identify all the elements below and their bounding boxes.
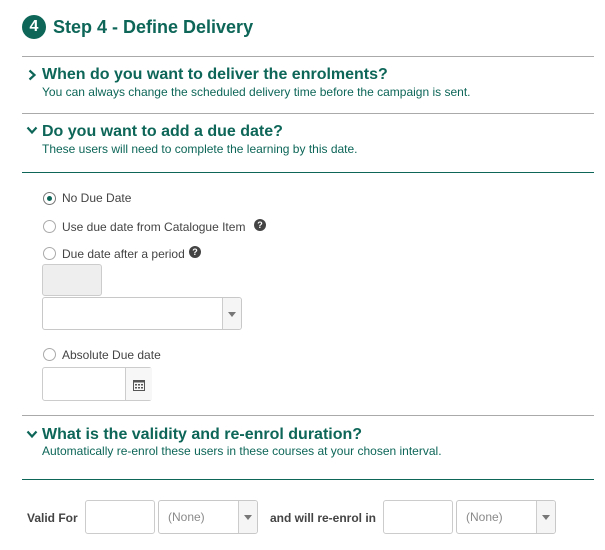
help-icon[interactable]: ? (189, 246, 201, 258)
section-due-date-header[interactable]: Do you want to add a due date? These use… (22, 118, 594, 160)
radio-label-absolute-due-date: Absolute Due date (62, 348, 161, 362)
divider (22, 415, 594, 416)
section-delivery-subtitle: You can always change the scheduled deli… (42, 85, 471, 99)
radio-label-catalogue-due-date: Use due date from Catalogue Item (62, 220, 246, 234)
radio-label-no-due-date: No Due Date (62, 191, 132, 205)
calendar-button[interactable] (125, 368, 152, 400)
section-due-date-title: Do you want to add a due date? (42, 123, 283, 140)
valid-for-unit-select[interactable]: (None) (158, 500, 258, 534)
divider (22, 479, 594, 480)
reenrol-input[interactable] (383, 500, 453, 534)
caret-down-icon (222, 298, 241, 329)
help-icon[interactable]: ? (254, 219, 266, 231)
divider (22, 172, 594, 173)
radio-catalogue-due-date[interactable] (43, 220, 56, 233)
chevron-down-icon (26, 124, 38, 136)
reenrol-unit-select[interactable]: (None) (456, 500, 556, 534)
valid-for-input[interactable] (85, 500, 155, 534)
radio-no-due-date[interactable] (43, 192, 56, 205)
divider (22, 113, 594, 114)
step-number-badge: 4 (22, 15, 46, 39)
valid-for-label: Valid For (27, 511, 78, 525)
divider (22, 56, 594, 57)
section-validity-header[interactable]: What is the validity and re-enrol durati… (22, 421, 594, 463)
chevron-right-icon (26, 69, 38, 81)
radio-label-due-after-period: Due date after a period (62, 247, 185, 261)
section-delivery-title: When do you want to deliver the enrolmen… (42, 66, 388, 83)
absolute-date-field[interactable] (42, 367, 152, 401)
period-unit-select[interactable] (42, 297, 242, 330)
chevron-down-icon (26, 428, 38, 440)
radio-absolute-due-date[interactable] (43, 348, 56, 361)
radio-due-after-period[interactable] (43, 247, 56, 260)
step-title: Step 4 - Define Delivery (53, 17, 254, 37)
calendar-icon (133, 378, 145, 396)
valid-for-unit-value: (None) (168, 510, 205, 524)
period-value-input[interactable] (42, 264, 102, 296)
reenrol-unit-value: (None) (466, 510, 503, 524)
caret-down-icon (238, 501, 257, 533)
reenrol-label: and will re-enrol in (270, 511, 377, 525)
section-validity-subtitle: Automatically re-enrol these users in th… (42, 444, 442, 458)
caret-down-icon (536, 501, 555, 533)
section-delivery-header[interactable]: When do you want to deliver the enrolmen… (22, 60, 594, 110)
section-validity-title: What is the validity and re-enrol durati… (42, 426, 363, 443)
section-due-date-subtitle: These users will need to complete the le… (42, 142, 358, 156)
